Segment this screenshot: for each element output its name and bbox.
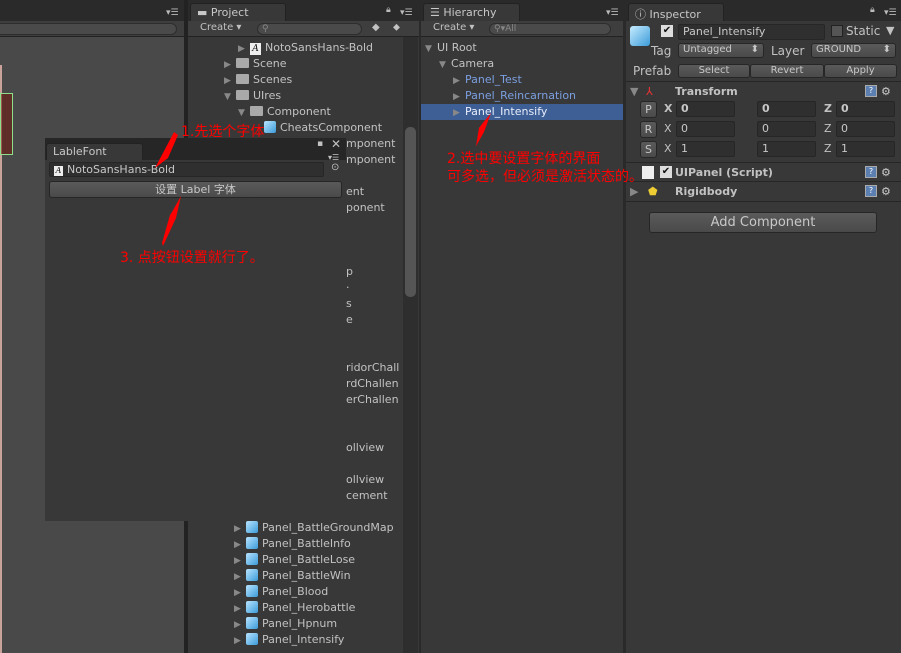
arrow-step3 [162,196,181,246]
arrow-step2 [475,113,491,148]
arrow-step1 [155,132,178,168]
annotation-step1: 1.先选个字体 [181,124,265,140]
annotation-step2-line1: 2.选中要设置字体的界面 [447,151,601,167]
annotation-step2-line2: 可多选，但必须是激活状态的。 [447,169,643,185]
annotation-step3: 3. 点按钮设置就行了。 [120,250,264,266]
annotation-arrows [155,113,491,246]
